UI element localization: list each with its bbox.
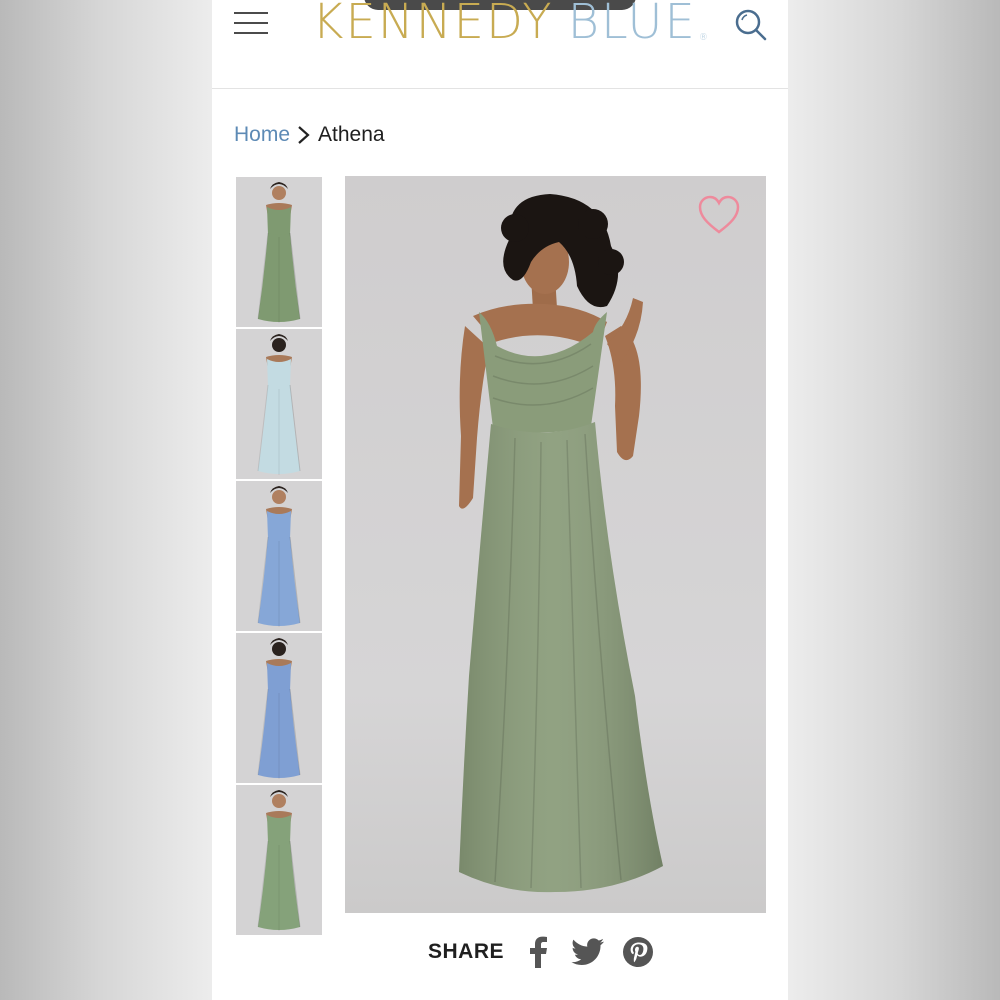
- twitter-icon[interactable]: [570, 934, 606, 970]
- breadcrumb-home-link[interactable]: Home: [234, 123, 290, 147]
- breadcrumb-current: Athena: [318, 123, 385, 146]
- facebook-icon[interactable]: [520, 934, 556, 970]
- thumbnail-5[interactable]: [236, 785, 322, 935]
- thumbnail-illustration: [236, 329, 322, 479]
- main-product-photo[interactable]: [345, 176, 766, 913]
- phone-screen: KENNEDY BLUE ® Home Athena SHARE: [212, 0, 788, 1000]
- thumbnail-1[interactable]: [236, 177, 322, 327]
- thumbnail-3[interactable]: [236, 481, 322, 631]
- main-photo-illustration: [345, 176, 766, 913]
- brand-logo[interactable]: KENNEDY BLUE ®: [312, 0, 708, 68]
- thumbnail-illustration: [236, 633, 322, 783]
- share-label: SHARE: [428, 940, 505, 963]
- logo-word-blue: BLUE: [567, 0, 697, 50]
- thumbnail-2[interactable]: [236, 329, 322, 479]
- site-header: KENNEDY BLUE ®: [212, 0, 788, 89]
- logo-word-kennedy: KENNEDY: [312, 0, 554, 50]
- thumbnail-illustration: [236, 177, 322, 327]
- favorite-heart-icon[interactable]: [697, 194, 741, 236]
- thumbnail-4[interactable]: [236, 633, 322, 783]
- thumbnail-strip: [236, 177, 322, 937]
- share-bar: SHARE: [428, 932, 670, 972]
- breadcrumb: Home Athena: [234, 120, 385, 150]
- logo-registered-mark: ®: [698, 33, 708, 43]
- thumbnail-illustration: [236, 481, 322, 631]
- search-icon[interactable]: [732, 6, 772, 46]
- thumbnail-illustration: [236, 785, 322, 935]
- chevron-right-icon: [298, 126, 310, 144]
- pinterest-icon[interactable]: [620, 934, 656, 970]
- hamburger-menu-icon[interactable]: [234, 8, 268, 38]
